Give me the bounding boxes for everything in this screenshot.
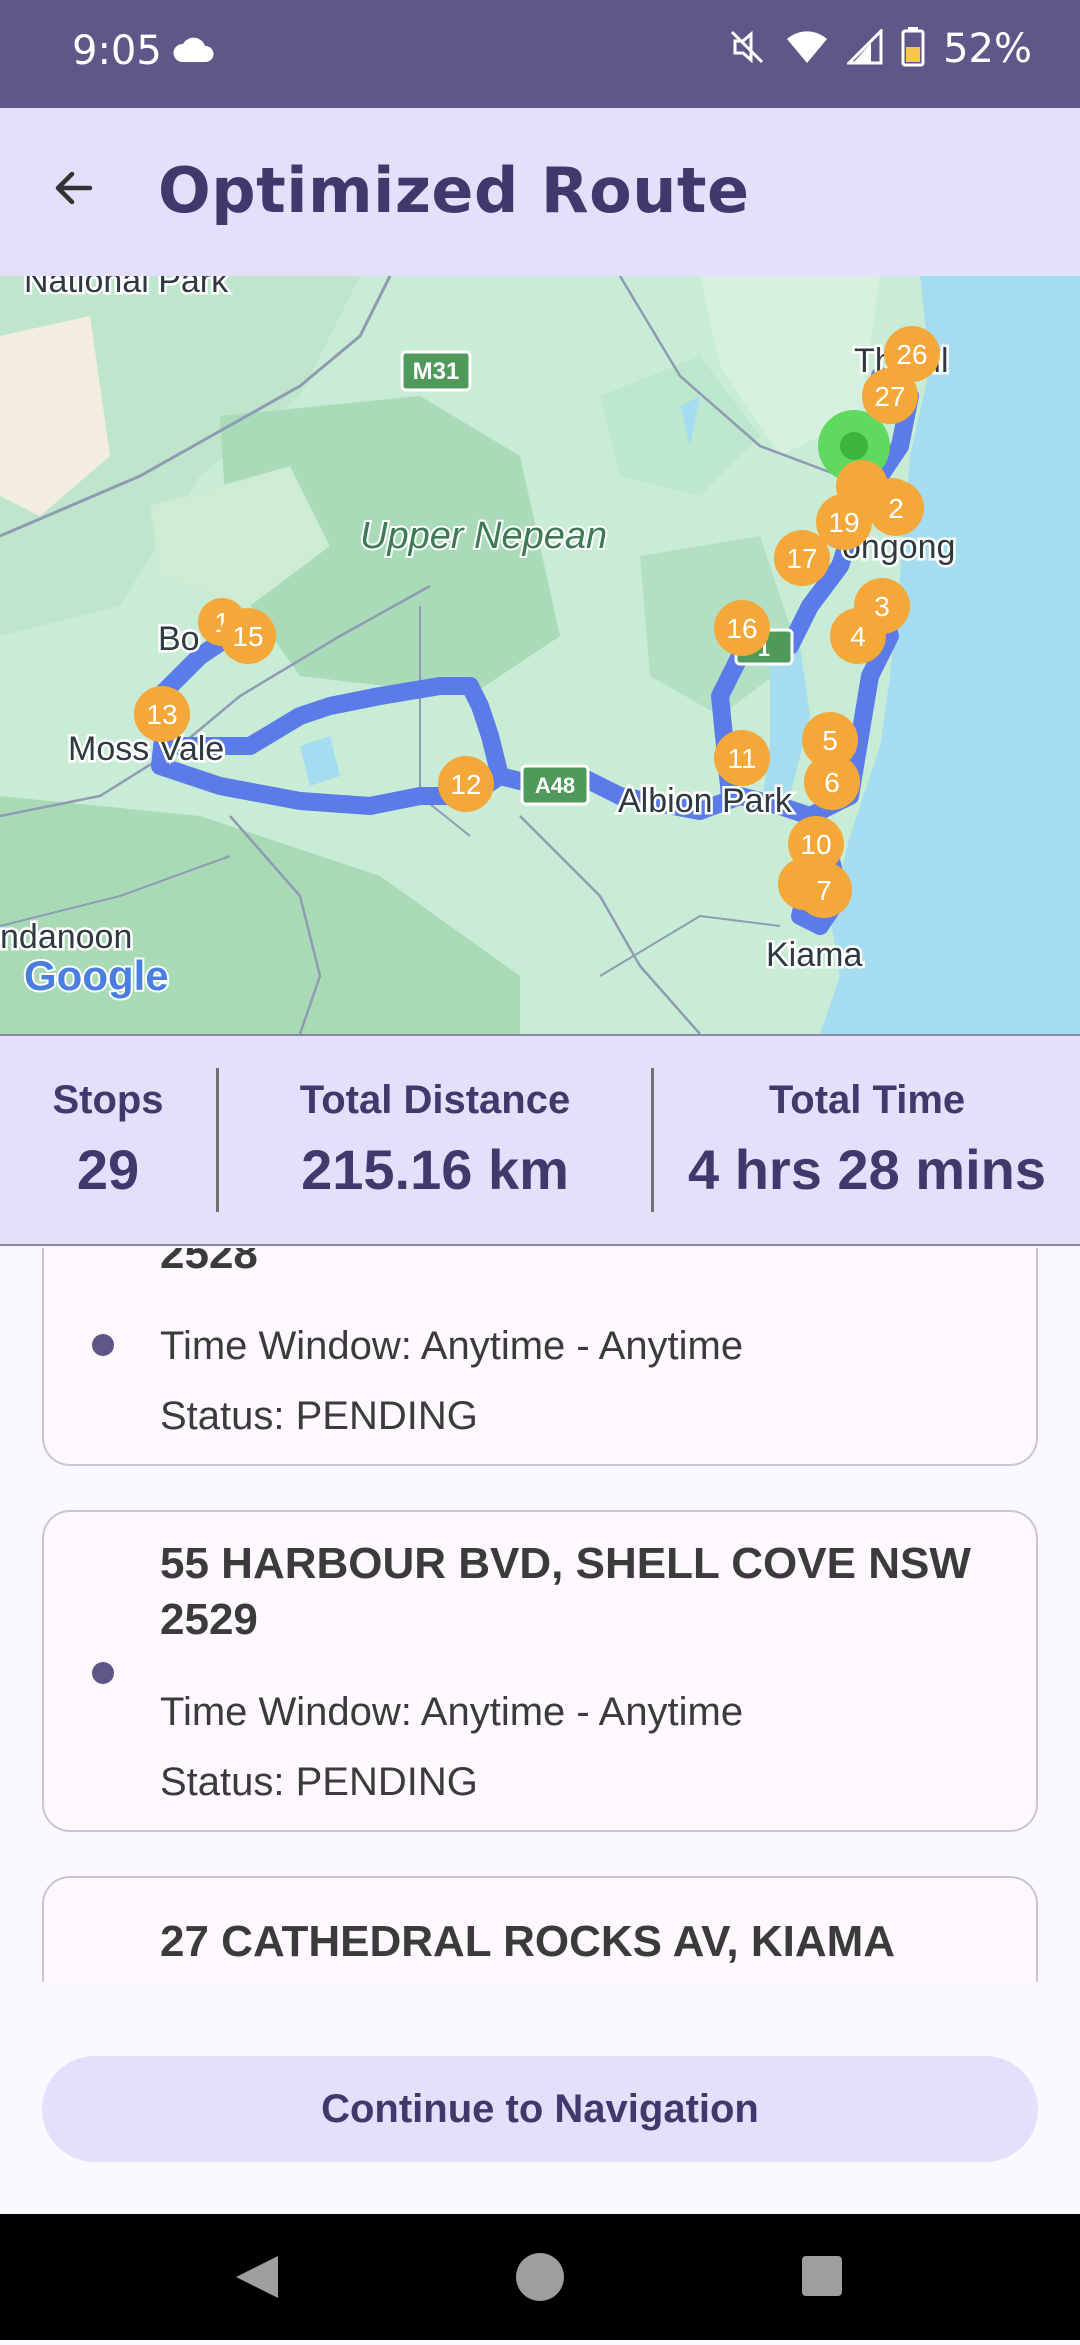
svg-text:15: 15	[232, 621, 263, 652]
back-nav-icon[interactable]	[236, 2256, 278, 2298]
stop-bullet	[92, 1334, 114, 1356]
svg-text:16: 16	[726, 613, 757, 644]
stat-time-value: 4 hrs 28 mins	[688, 1138, 1046, 1201]
stat-stops: Stops 29	[0, 1036, 216, 1244]
status-time: 9:05	[72, 28, 162, 74]
status-icons: 52%	[727, 26, 1032, 72]
home-nav-icon[interactable]	[516, 2253, 564, 2301]
stop-marker[interactable]: 7	[796, 862, 852, 918]
label-national-park: National Park	[24, 276, 229, 300]
stop-address: 55 HARBOUR BVD, SHELL COVE NSW 2529	[160, 1539, 971, 1644]
continue-to-navigation-button[interactable]: Continue to Navigation	[42, 2056, 1038, 2162]
svg-text:7: 7	[816, 875, 832, 906]
app-bar: Optimized Route	[0, 108, 1080, 276]
page-title: Optimized Route	[158, 154, 750, 227]
stop-time-window: Time Window: Anytime - Anytime	[160, 1690, 744, 1734]
svg-text:10: 10	[800, 829, 831, 860]
stop-marker[interactable]: 16	[714, 600, 770, 656]
wifi-icon	[785, 29, 829, 70]
svg-text:6: 6	[824, 767, 840, 798]
stop-bullet	[92, 1662, 114, 1684]
label-kiama: Kiama	[766, 936, 862, 974]
svg-text:M31: M31	[413, 358, 460, 385]
stop-marker[interactable]: 15	[220, 608, 276, 664]
highway-shield-m31: M31	[400, 350, 472, 392]
stop-marker[interactable]: 17	[774, 530, 830, 586]
stop-status: Status: PENDING	[160, 1760, 478, 1804]
svg-text:19: 19	[828, 507, 859, 538]
svg-text:12: 12	[450, 769, 481, 800]
stop-marker[interactable]: 4	[830, 608, 886, 664]
stat-stops-value: 29	[76, 1138, 140, 1201]
stop-marker[interactable]: 11	[714, 730, 770, 786]
label-bundanoon: ndanoon	[0, 918, 132, 956]
stop-marker[interactable]: 2	[868, 480, 924, 536]
map-canvas[interactable]: M31 A48 1 National Park Moss Vale Albion…	[0, 276, 1080, 1034]
stop-card[interactable]: 55 HARBOUR BVD, SHELL COVE NSW 2529 Time…	[42, 1510, 1038, 1832]
stop-marker[interactable]: 6	[804, 754, 860, 810]
bottom-action-area: Continue to Navigation	[0, 1982, 1080, 2214]
signal-icon	[845, 26, 883, 70]
route-map[interactable]: M31 A48 1 National Park Moss Vale Albion…	[0, 276, 1080, 1034]
stat-stops-label: Stops	[52, 1078, 164, 1122]
recents-nav-icon[interactable]	[802, 2256, 842, 2296]
stop-card[interactable]: 27 CATHEDRAL ROCKS AV, KIAMA	[42, 1876, 1038, 1982]
stop-marker[interactable]: 13	[134, 686, 190, 742]
label-bowral: Bo	[158, 620, 200, 658]
label-albion-park: Albion Park	[618, 782, 793, 820]
stat-distance-label: Total Distance	[299, 1078, 571, 1122]
cloud-icon	[172, 34, 216, 69]
svg-text:11: 11	[727, 743, 756, 774]
system-navigation-bar	[0, 2214, 1080, 2340]
stop-time-window: Time Window: Anytime - Anytime	[160, 1324, 744, 1368]
google-logo: Google	[24, 952, 169, 999]
svg-text:A48: A48	[535, 773, 575, 798]
battery-icon	[901, 26, 925, 72]
arrow-left-icon	[50, 164, 98, 217]
stop-status: Status: PENDING	[160, 1394, 478, 1438]
stat-distance: Total Distance 215.16 km	[219, 1036, 651, 1244]
stop-list[interactable]: 2528 Time Window: Anytime - Anytime Stat…	[0, 1248, 1080, 1982]
stat-time: Total Time 4 hrs 28 mins	[654, 1036, 1080, 1244]
svg-text:27: 27	[874, 381, 905, 412]
battery-percent: 52%	[943, 26, 1032, 72]
highway-shield-a48: A48	[520, 764, 590, 806]
status-bar: 9:05 52%	[0, 0, 1080, 108]
stop-marker[interactable]: 27	[862, 368, 918, 424]
stat-time-label: Total Time	[768, 1078, 966, 1122]
stat-distance-value: 215.16 km	[301, 1138, 569, 1201]
stop-marker[interactable]: 12	[438, 756, 494, 812]
svg-text:26: 26	[896, 339, 927, 370]
stop-address: 27 CATHEDRAL ROCKS AV, KIAMA	[160, 1917, 896, 1966]
svg-text:2: 2	[888, 493, 904, 524]
route-stats: Stops 29 Total Distance 215.16 km Total …	[0, 1034, 1080, 1246]
mute-icon	[727, 27, 767, 72]
svg-text:5: 5	[822, 725, 838, 756]
label-upper-nepean: Upper Nepean	[360, 515, 607, 557]
stop-address: 2528	[160, 1248, 258, 1278]
back-button[interactable]	[36, 152, 112, 228]
svg-text:4: 4	[850, 621, 866, 652]
stop-card[interactable]: 2528 Time Window: Anytime - Anytime Stat…	[42, 1248, 1038, 1466]
svg-text:13: 13	[146, 699, 177, 730]
svg-text:17: 17	[786, 543, 817, 574]
